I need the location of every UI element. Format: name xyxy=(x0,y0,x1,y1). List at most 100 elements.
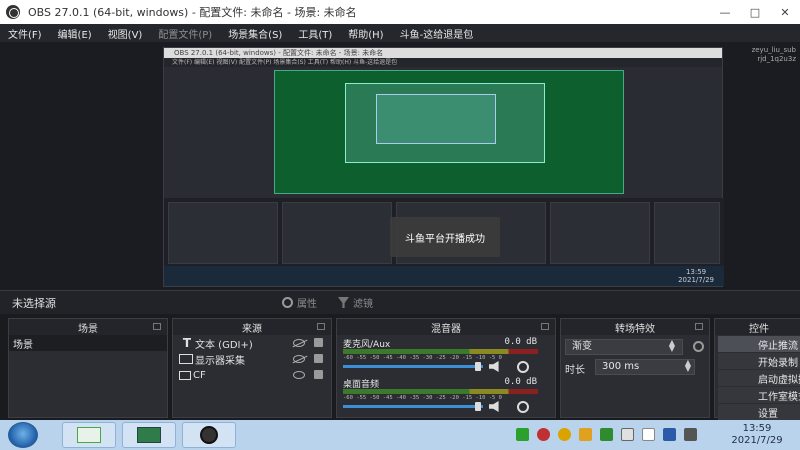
gear-icon[interactable] xyxy=(517,361,529,373)
sources-dock: 来源 T 文本 (GDI+) 显示器采集 CF xyxy=(172,318,332,418)
scene-item[interactable]: 场景 xyxy=(9,335,167,351)
undock-icon[interactable] xyxy=(541,323,549,330)
window-title: OBS 27.0.1 (64-bit, windows) - 配置文件: 未命名… xyxy=(28,6,357,19)
tray-window-icon[interactable] xyxy=(642,428,655,441)
volume-fader[interactable] xyxy=(343,365,483,368)
filters-button[interactable]: 滤镜 xyxy=(338,295,373,310)
tray-white-icon[interactable] xyxy=(621,428,634,441)
menu-tools[interactable]: 工具(T) xyxy=(290,26,340,41)
maximize-button[interactable]: □ xyxy=(740,0,770,24)
volume-fader[interactable] xyxy=(343,405,483,408)
window-icon xyxy=(179,370,191,380)
meter-scale: -60 -55 -50 -45 -40 -35 -30 -25 -20 -15 … xyxy=(343,395,502,401)
tray-red-icon[interactable] xyxy=(537,428,550,441)
scene-label: 场景 xyxy=(13,339,33,351)
menu-file[interactable]: 文件(F) xyxy=(0,26,50,41)
network-icon[interactable] xyxy=(663,428,676,441)
mixer-title: 混音器 xyxy=(431,323,461,335)
nested-scenes-panel xyxy=(168,202,278,264)
eye-icon[interactable] xyxy=(293,371,305,379)
lock-icon[interactable] xyxy=(314,370,323,379)
select-arrows-icon[interactable]: ▲ ▼ xyxy=(665,339,679,354)
studio-mode-button[interactable]: 工作室模式 xyxy=(718,387,800,403)
settings-button[interactable]: 设置 xyxy=(718,404,800,420)
start-button[interactable] xyxy=(8,422,38,448)
filters-label: 滤镜 xyxy=(353,299,373,310)
nested-menu: 文件(F) 编辑(E) 视图(V) 配置文件(P) 场景集合(S) 工具(T) … xyxy=(164,58,722,67)
controls-dock: 控件 停止推流 开始录制 启动虚拟摄像机 工作室模式 设置 xyxy=(714,318,800,420)
controls-header: 控件 xyxy=(715,319,800,335)
monitor-icon xyxy=(179,354,193,364)
lock-icon[interactable] xyxy=(314,338,323,347)
system-tray xyxy=(516,428,697,441)
minimize-button[interactable]: — xyxy=(710,0,740,24)
obs-icon xyxy=(200,426,218,444)
transitions-title: 转场特效 xyxy=(615,323,655,335)
mixer-header: 混音器 xyxy=(337,319,555,335)
close-button[interactable]: ✕ xyxy=(770,0,800,24)
window-controls: — □ ✕ xyxy=(710,0,800,24)
stepper-icon[interactable]: ▲ ▼ xyxy=(681,359,695,374)
tray-green-icon[interactable] xyxy=(516,428,529,441)
source-item-display[interactable]: 显示器采集 xyxy=(173,351,331,367)
filter-icon xyxy=(338,297,349,308)
menu-bar: 文件(F) 编辑(E) 视图(V) 配置文件(P) 场景集合(S) 工具(T) … xyxy=(0,24,800,42)
properties-button[interactable]: 属性 xyxy=(282,295,317,310)
source-label: CF xyxy=(193,369,206,381)
source-item-text[interactable]: T 文本 (GDI+) xyxy=(173,335,331,351)
tray-nvidia-icon[interactable] xyxy=(600,428,613,441)
menu-view[interactable]: 视图(V) xyxy=(100,26,151,41)
taskbar-app-1[interactable] xyxy=(62,422,116,448)
mixer-channel-mic: 麦克风/Aux 0.0 dB -60 -55 -50 -45 -40 -35 -… xyxy=(337,335,555,375)
sources-header: 来源 xyxy=(173,319,331,335)
system-clock[interactable]: 13:59 2021/7/29 xyxy=(720,423,794,447)
menu-scene-collection[interactable]: 场景集合(S) xyxy=(220,26,290,41)
undock-icon[interactable] xyxy=(153,323,161,330)
menu-help[interactable]: 帮助(H) xyxy=(340,26,391,41)
menu-profile[interactable]: 配置文件(P) xyxy=(150,26,220,41)
speaker-icon[interactable] xyxy=(489,401,499,412)
obs-logo-icon xyxy=(6,5,20,19)
transitions-dock: 转场特效 渐变 ▲ ▼ 时长 300 ms ▲ ▼ xyxy=(560,318,710,418)
undock-icon[interactable] xyxy=(317,323,325,330)
live-success-toast: 斗鱼平台开播成功 xyxy=(390,217,500,257)
corner-text: zeyu_liu_sub rjd_1q2u3z xyxy=(751,46,796,63)
dock-area: 场景 场景 来源 T 文本 (GDI+) 显示器采集 CF 混音器 麦克风/Au… xyxy=(0,314,800,420)
transitions-header: 转场特效 xyxy=(561,319,709,335)
menu-edit[interactable]: 编辑(E) xyxy=(50,26,100,41)
meter-scale: -60 -55 -50 -45 -40 -35 -30 -25 -20 -15 … xyxy=(343,355,502,361)
menu-douyu-plugin[interactable]: 斗鱼-这给退是包 xyxy=(392,26,482,41)
nested-clock: 13:59 2021/7/29 xyxy=(678,268,714,284)
tray-yellow-icon[interactable] xyxy=(558,428,571,441)
eye-hidden-icon[interactable] xyxy=(293,339,305,347)
tray-face-icon[interactable] xyxy=(579,428,592,441)
properties-label: 属性 xyxy=(297,299,317,310)
duration-label: 时长 xyxy=(565,365,585,376)
taskbar-app-2[interactable] xyxy=(122,422,176,448)
source-label: 文本 (GDI+) xyxy=(195,339,253,351)
speaker-icon[interactable] xyxy=(489,361,499,372)
gear-icon[interactable] xyxy=(517,401,529,413)
gear-icon[interactable] xyxy=(693,341,704,352)
app-window-icon xyxy=(77,427,101,443)
fader-handle[interactable] xyxy=(475,362,481,371)
mixer-dock: 混音器 麦克风/Aux 0.0 dB -60 -55 -50 -45 -40 -… xyxy=(336,318,556,418)
virtual-camera-button[interactable]: 启动虚拟摄像机 xyxy=(718,370,800,386)
lock-icon[interactable] xyxy=(314,354,323,363)
os-taskbar: 13:59 2021/7/29 xyxy=(0,420,800,450)
taskbar-obs[interactable] xyxy=(182,422,236,448)
preview-canvas[interactable]: OBS 27.0.1 (64-bit, windows) - 配置文件: 未命名… xyxy=(0,42,800,290)
nested-title: OBS 27.0.1 (64-bit, windows) - 配置文件: 未命名… xyxy=(164,48,722,58)
nested-transitions-panel xyxy=(550,202,650,264)
source-item-cf[interactable]: CF xyxy=(173,367,331,383)
duration-input[interactable]: 300 ms xyxy=(595,359,695,375)
source-toolbar: 未选择源 属性 滤镜 xyxy=(0,290,800,314)
eye-hidden-icon[interactable] xyxy=(293,355,305,363)
fader-handle[interactable] xyxy=(475,402,481,411)
volume-icon[interactable] xyxy=(684,428,697,441)
window-titlebar: OBS 27.0.1 (64-bit, windows) - 配置文件: 未命名… xyxy=(0,0,800,24)
text-icon: T xyxy=(182,336,192,350)
stop-streaming-button[interactable]: 停止推流 xyxy=(718,336,800,352)
start-recording-button[interactable]: 开始录制 xyxy=(718,353,800,369)
undock-icon[interactable] xyxy=(695,323,703,330)
